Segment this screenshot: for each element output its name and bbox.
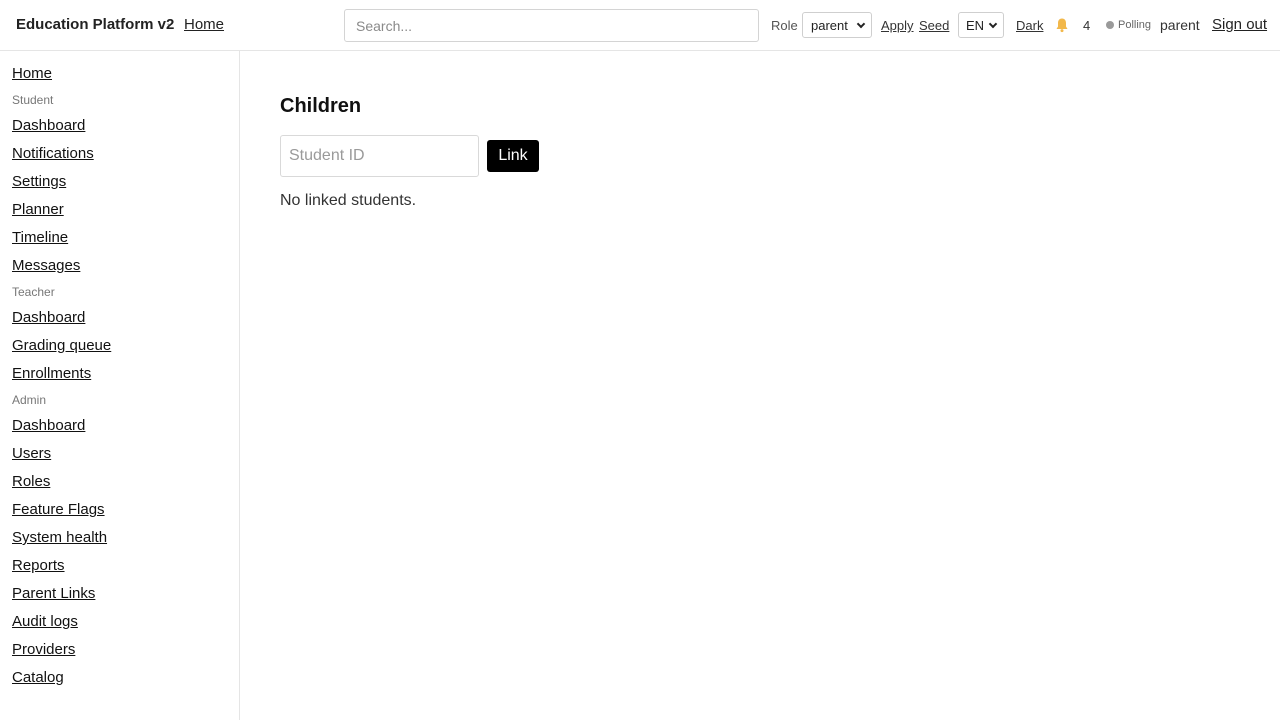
sidebar-item-roles[interactable]: Roles — [12, 473, 50, 490]
sidebar-item-parent-links[interactable]: Parent Links — [12, 585, 95, 602]
chevron-down-icon — [988, 19, 998, 29]
role-select[interactable]: parent — [802, 12, 872, 38]
chevron-down-icon — [856, 19, 866, 29]
sidebar-item-timeline[interactable]: Timeline — [12, 229, 68, 246]
bell-icon[interactable] — [1055, 17, 1069, 33]
sign-out-link[interactable]: Sign out — [1212, 16, 1267, 33]
sidebar-item-messages[interactable]: Messages — [12, 257, 80, 274]
sidebar-item-grading-queue[interactable]: Grading queue — [12, 337, 111, 354]
search-input[interactable] — [344, 9, 759, 42]
sidebar-item-audit-logs[interactable]: Audit logs — [12, 613, 78, 630]
sidebar-item-enrollments[interactable]: Enrollments — [12, 365, 91, 382]
sidebar-item-feature-flags[interactable]: Feature Flags — [12, 501, 105, 518]
header-home-link[interactable]: Home — [184, 16, 224, 33]
sidebar-item-catalog[interactable]: Catalog — [12, 669, 64, 686]
connection-status: Polling — [1118, 19, 1152, 31]
sidebar-item-users[interactable]: Users — [12, 445, 51, 462]
page-title: Children — [280, 95, 362, 117]
notification-count: 4 — [1083, 18, 1091, 33]
role-label: Role — [771, 18, 798, 33]
sidebar-section-student: Student — [12, 93, 54, 107]
role-select-value: parent — [811, 17, 848, 33]
language-select-value: EN — [966, 17, 985, 33]
sidebar-item-home[interactable]: Home — [12, 65, 52, 82]
user-name: parent — [1160, 17, 1200, 33]
sidebar-item-admin-dashboard[interactable]: Dashboard — [12, 417, 85, 434]
apply-button[interactable]: Apply — [881, 18, 914, 33]
sidebar-item-system-health[interactable]: System health — [12, 529, 107, 546]
sidebar-item-settings[interactable]: Settings — [12, 173, 66, 190]
app-title: Education Platform v2 — [16, 16, 175, 33]
status-dot — [1106, 21, 1114, 29]
title-separator: · — [166, 16, 171, 31]
language-select[interactable]: EN — [958, 12, 1004, 38]
sidebar-item-providers[interactable]: Providers — [12, 641, 75, 658]
seed-button[interactable]: Seed — [919, 18, 949, 33]
sidebar-item-teacher-dashboard[interactable]: Dashboard — [12, 309, 85, 326]
dark-mode-toggle[interactable]: Dark — [1016, 18, 1043, 33]
sidebar: Home Student Dashboard Notifications Set… — [0, 51, 240, 720]
sidebar-item-student-dashboard[interactable]: Dashboard — [12, 117, 85, 134]
empty-state-message: No linked students. — [280, 192, 417, 209]
sidebar-section-admin: Admin — [12, 393, 47, 407]
link-student-button[interactable]: Link — [487, 140, 539, 172]
sidebar-section-teacher: Teacher — [12, 285, 55, 299]
student-id-input[interactable] — [280, 135, 479, 177]
top-bar: Education Platform v2 · Home Role parent… — [0, 0, 1280, 51]
sidebar-item-reports[interactable]: Reports — [12, 557, 65, 574]
sidebar-item-notifications[interactable]: Notifications — [12, 145, 94, 162]
sidebar-item-planner[interactable]: Planner — [12, 201, 64, 218]
